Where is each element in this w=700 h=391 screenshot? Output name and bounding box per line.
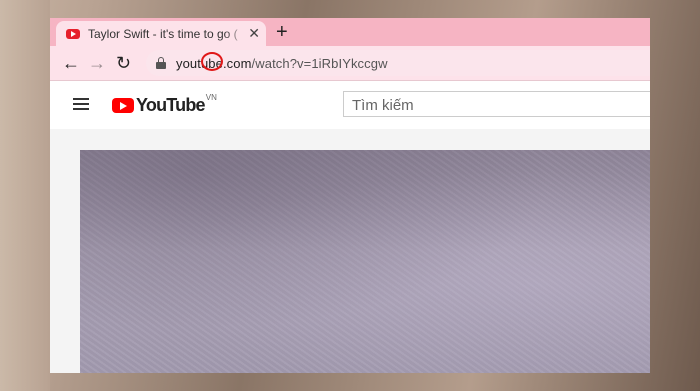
background-left-edge xyxy=(0,0,50,391)
youtube-play-icon xyxy=(112,98,134,113)
page-content xyxy=(50,129,650,373)
search-input[interactable] xyxy=(350,93,634,117)
close-tab-icon[interactable]: ✕ xyxy=(248,25,260,42)
back-button[interactable]: ← xyxy=(62,51,80,75)
youtube-wordmark: YouTube xyxy=(136,95,206,115)
reload-button[interactable]: ↻ xyxy=(116,51,131,75)
lock-icon[interactable] xyxy=(156,57,166,69)
tab-active[interactable]: Taylor Swift - it's time to go ( ✕ xyxy=(56,21,266,46)
annotation-circle xyxy=(201,51,223,71)
video-player[interactable] xyxy=(80,150,650,373)
new-tab-button[interactable]: + xyxy=(276,20,288,44)
tab-strip: Taylor Swift - it's time to go ( ✕ + xyxy=(50,18,650,46)
url-path: /watch?v=1iRbIYkccgw xyxy=(251,55,388,71)
youtube-logo[interactable]: YouTube VN xyxy=(112,93,217,116)
tab-title: Taylor Swift - it's time to go ( xyxy=(88,26,238,41)
search-box[interactable] xyxy=(343,91,650,117)
browser-toolbar: ← → ↻ youtube.com/watch?v=1iRbIYkccgw xyxy=(50,46,650,81)
region-code: VN xyxy=(205,93,217,102)
youtube-masthead: YouTube VN xyxy=(50,81,650,129)
hamburger-menu-icon[interactable] xyxy=(73,98,89,110)
forward-button[interactable]: → xyxy=(88,51,106,75)
address-bar[interactable]: youtube.com/watch?v=1iRbIYkccgw xyxy=(146,50,650,76)
youtube-favicon-icon xyxy=(66,28,80,39)
browser-window: Taylor Swift - it's time to go ( ✕ + ← →… xyxy=(50,18,650,373)
url-text[interactable]: youtube.com/watch?v=1iRbIYkccgw xyxy=(176,51,388,71)
